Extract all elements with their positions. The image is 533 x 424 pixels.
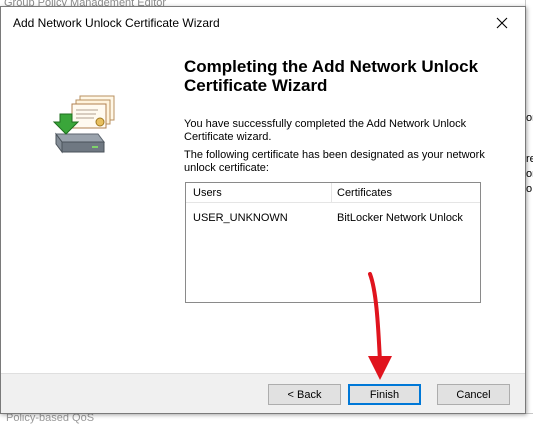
button-bar: < Back Finish Cancel	[1, 373, 525, 413]
background-fragment: re	[526, 153, 533, 165]
background-bottom-strip: Policy-based QoS	[0, 413, 533, 424]
page-heading: Completing the Add Network Unlock Certif…	[184, 57, 479, 95]
certificate-list[interactable]: Users Certificates USER_UNKNOWN BitLocke…	[185, 182, 481, 303]
dialog-title: Add Network Unlock Certificate Wizard	[13, 16, 220, 30]
designation-message: The following certificate has been desig…	[184, 149, 485, 174]
column-header-certificates[interactable]: Certificates	[337, 187, 392, 199]
close-icon	[496, 17, 508, 29]
completion-message: You have successfully completed the Add …	[184, 118, 467, 143]
finish-button[interactable]: Finish	[348, 384, 421, 405]
background-fragment: on	[526, 112, 533, 124]
wizard-side-panel	[7, 40, 169, 373]
wizard-dialog: Add Network Unlock Certificate Wizard Co…	[0, 6, 526, 414]
background-fragment: or	[526, 168, 533, 180]
column-divider[interactable]	[331, 183, 332, 203]
column-header-users[interactable]: Users	[193, 187, 222, 199]
list-header: Users Certificates	[186, 183, 480, 203]
dialog-titlebar[interactable]: Add Network Unlock Certificate Wizard	[1, 7, 525, 39]
cell-certificate: BitLocker Network Unlock	[337, 212, 463, 224]
background-bottom-text: Policy-based QoS	[6, 413, 95, 424]
certificate-install-icon	[52, 95, 115, 154]
background-fragment: o	[526, 183, 533, 195]
background-right-pane: on re or o	[525, 0, 533, 424]
back-button[interactable]: < Back	[268, 384, 341, 405]
wizard-content: Completing the Add Network Unlock Certif…	[169, 40, 523, 373]
close-button[interactable]	[479, 7, 525, 39]
cancel-button[interactable]: Cancel	[437, 384, 510, 405]
cell-user: USER_UNKNOWN	[193, 212, 288, 224]
